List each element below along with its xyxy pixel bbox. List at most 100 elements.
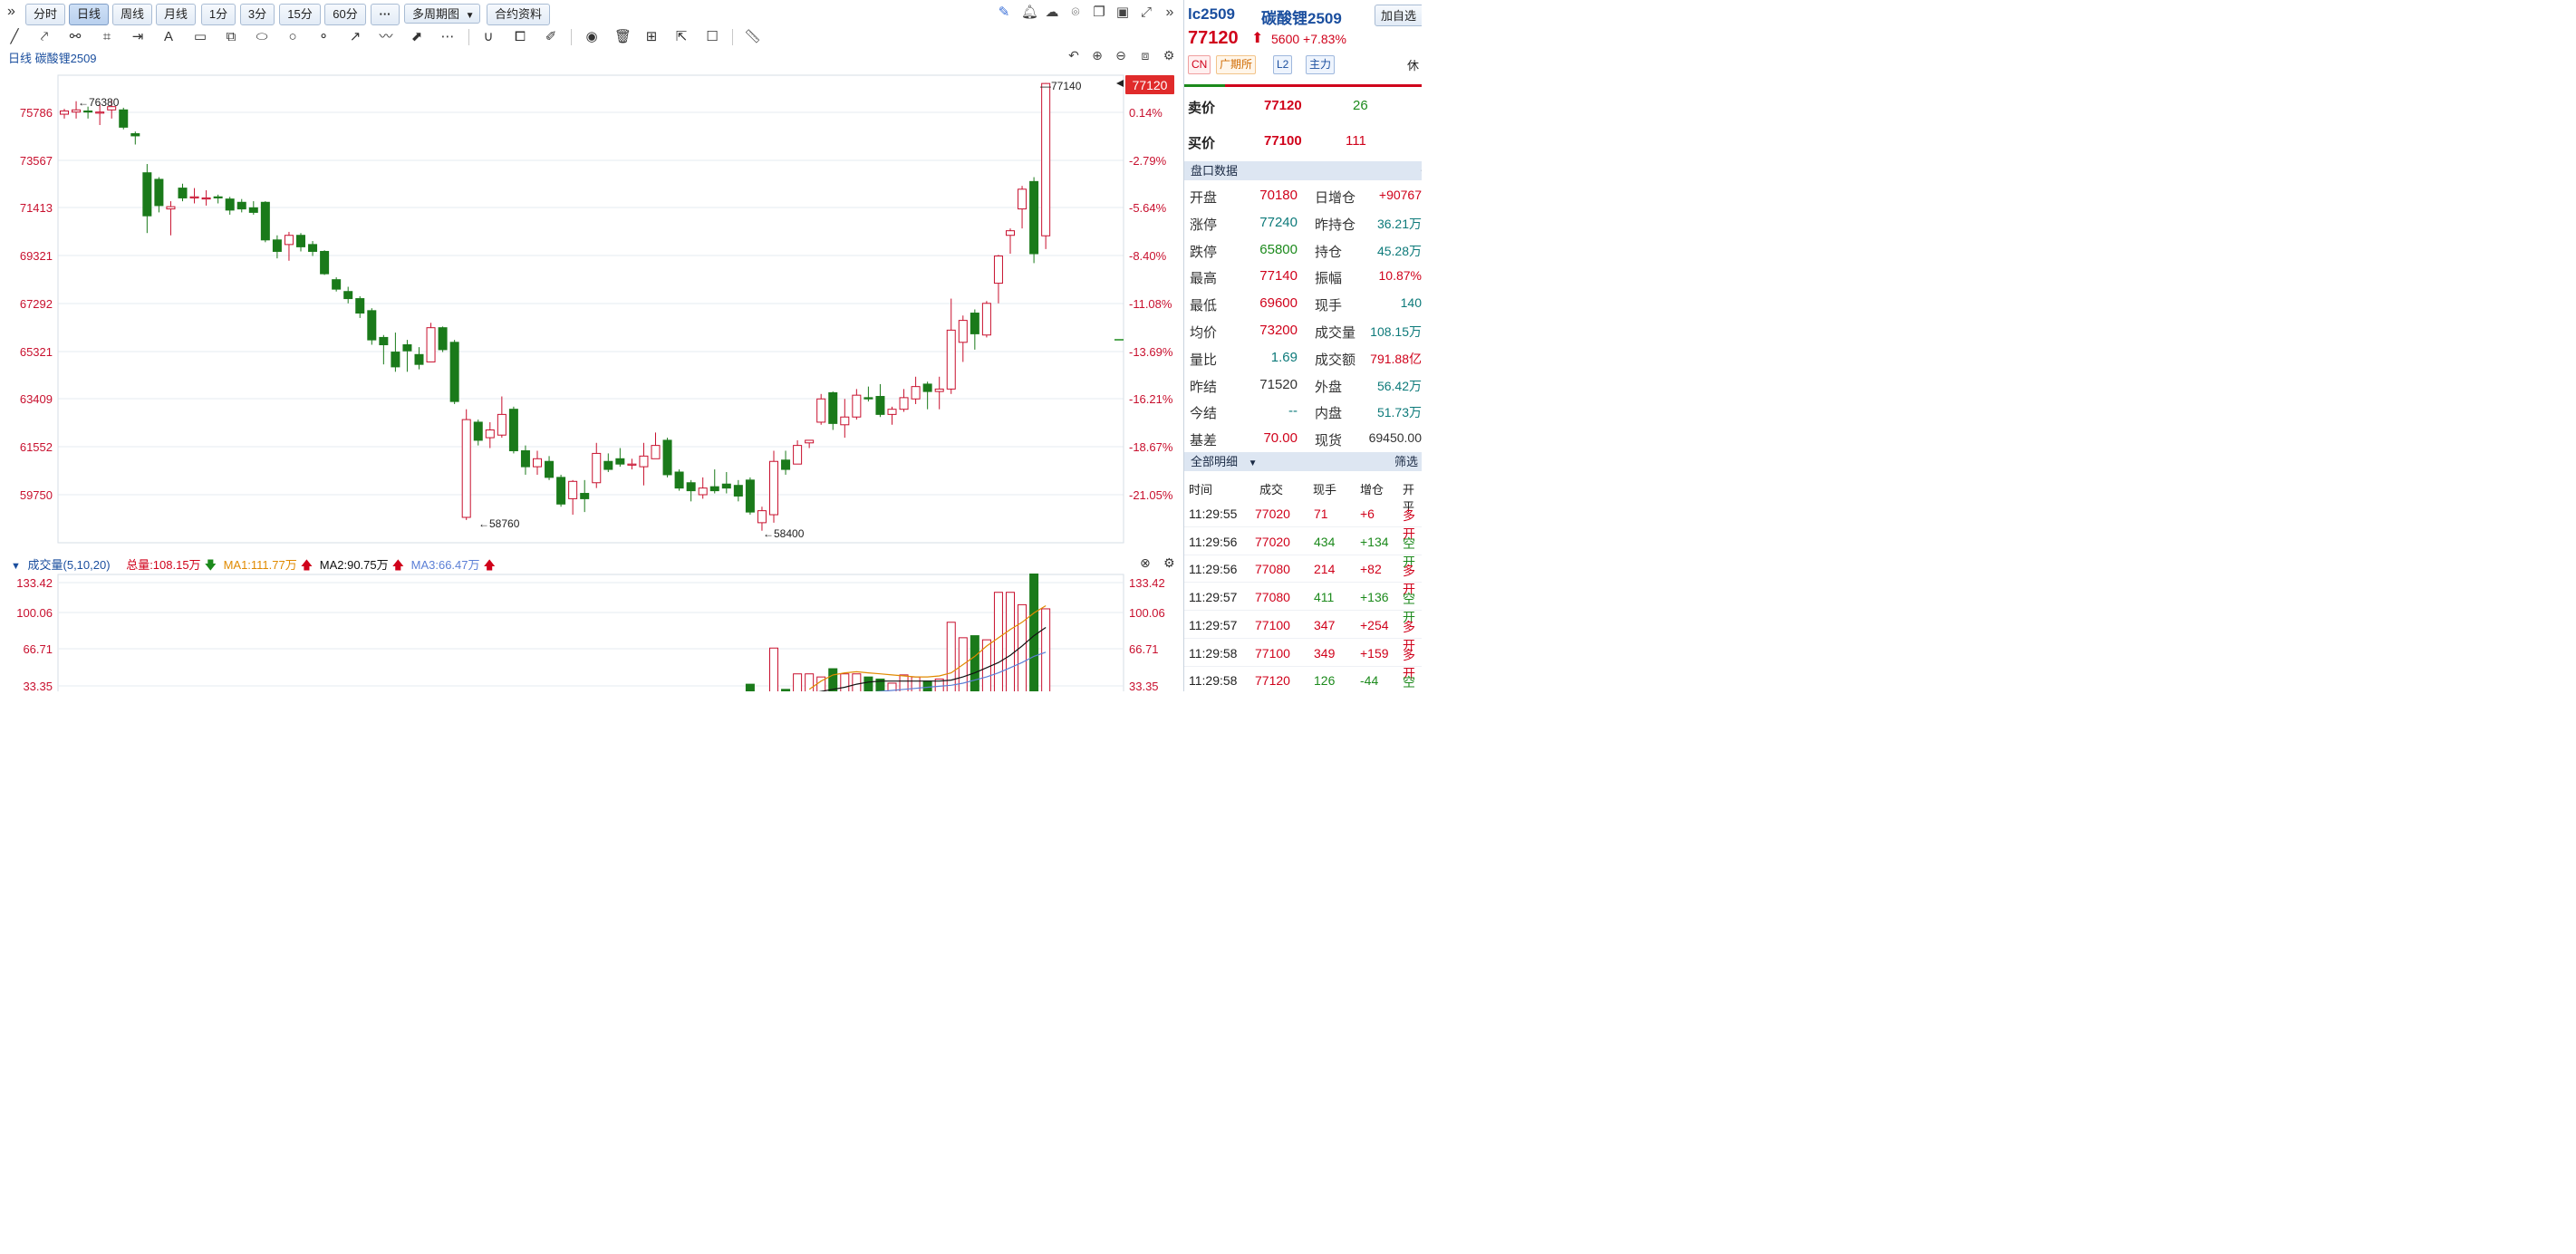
candle[interactable]	[863, 386, 873, 402]
candle[interactable]	[592, 442, 602, 488]
collapse-left-icon[interactable]: »	[7, 4, 15, 20]
trash-icon[interactable]: 🗑︎	[614, 29, 632, 45]
detail-row[interactable]: 11:29:58 77100 349 +159 多开	[1184, 640, 1422, 680]
candle[interactable]	[993, 255, 1003, 304]
detail-row[interactable]: 11:29:58 77120 126 -44 空平	[1184, 667, 1422, 691]
candle[interactable]	[651, 432, 661, 459]
candle[interactable]	[733, 479, 743, 502]
volume-bar[interactable]	[769, 647, 778, 691]
candle[interactable]	[946, 298, 956, 394]
brush-icon[interactable]: ✐	[543, 29, 559, 45]
candle[interactable]	[355, 295, 365, 318]
measure-tool-icon[interactable]: ⇥	[130, 29, 146, 45]
candle[interactable]	[449, 340, 459, 404]
detail-row[interactable]: 11:29:55 77020 71 +6 多开	[1184, 500, 1422, 541]
note-icon[interactable]: ☐	[704, 29, 720, 45]
candle[interactable]	[130, 131, 140, 145]
volume-bar[interactable]	[981, 639, 991, 691]
candle[interactable]	[970, 309, 979, 350]
volume-bar[interactable]	[793, 673, 803, 691]
copy-icon[interactable]: ⧠	[512, 29, 528, 45]
candle[interactable]	[225, 197, 235, 215]
candle[interactable]	[60, 109, 69, 119]
period-button-weekly[interactable]: 周线	[112, 4, 152, 25]
candle[interactable]	[627, 458, 637, 470]
period-button-15min[interactable]: 15分	[279, 4, 321, 25]
eye-icon[interactable]: ◉	[584, 29, 600, 45]
candle[interactable]	[603, 453, 613, 472]
candle[interactable]	[473, 420, 483, 446]
zoom-out-icon[interactable]: ⊖	[1114, 48, 1128, 63]
detail-section-header[interactable]: 全部明细 ▼ 筛选	[1184, 452, 1422, 471]
candle[interactable]	[236, 198, 246, 213]
detail-row[interactable]: 11:29:57 77100 347 +254 多开	[1184, 612, 1422, 652]
candle[interactable]	[615, 448, 625, 468]
candle[interactable]	[698, 477, 708, 499]
wave-tool-icon[interactable]: 〰	[378, 29, 394, 45]
segment-tool-icon[interactable]: ⚬	[315, 29, 332, 45]
collapse-right-icon[interactable]: »	[1163, 5, 1177, 20]
candle[interactable]	[686, 479, 696, 502]
candle[interactable]	[497, 396, 507, 439]
collapse-volume-icon[interactable]: ▼	[11, 561, 21, 572]
candle[interactable]	[379, 334, 389, 365]
candle[interactable]	[508, 406, 518, 454]
volume-bar[interactable]	[745, 683, 755, 691]
candle[interactable]	[793, 439, 803, 465]
candle[interactable]	[332, 277, 342, 292]
candle[interactable]	[119, 107, 129, 130]
more-periods-button[interactable]: ···	[371, 4, 400, 25]
window-icon[interactable]: ❐	[1092, 5, 1106, 20]
candle[interactable]	[391, 333, 400, 372]
volume-bar[interactable]	[993, 592, 1003, 691]
candle[interactable]	[438, 326, 448, 352]
candlestick-chart[interactable]: 75786 73567 71413 69321 67292 65321 63409 61552…	[0, 63, 1183, 553]
layout-icon[interactable]: ⧈	[1138, 48, 1153, 63]
candle[interactable]	[367, 308, 377, 345]
filter-button[interactable]: 筛选	[1394, 452, 1418, 471]
fullscreen-icon[interactable]: ⤢	[1139, 5, 1153, 20]
volume-bar[interactable]	[946, 622, 956, 691]
candle[interactable]	[875, 383, 885, 418]
multi-period-dropdown[interactable]: 多周期图 ▼	[404, 4, 480, 24]
volume-bar[interactable]	[1029, 574, 1039, 691]
candle[interactable]	[958, 315, 968, 362]
candle[interactable]	[769, 450, 778, 523]
candle[interactable]	[674, 469, 684, 491]
candle[interactable]	[308, 241, 318, 256]
candle[interactable]	[533, 450, 542, 475]
grid-icon[interactable]: ⊞	[643, 29, 660, 45]
candle[interactable]	[781, 450, 791, 475]
candle[interactable]	[580, 479, 590, 513]
bell-icon[interactable]: 🔔︎	[1021, 5, 1038, 20]
camera-icon[interactable]: ⌾	[1068, 5, 1083, 20]
volume-settings-icon[interactable]: ⚙	[1163, 555, 1175, 571]
chevron-down-icon[interactable]: ▼	[1249, 458, 1258, 468]
ellipse-tool-icon[interactable]: ⬭	[254, 29, 270, 45]
period-button-60min[interactable]: 60分	[324, 4, 366, 25]
candle[interactable]	[260, 201, 270, 243]
candle[interactable]	[272, 235, 282, 259]
share-icon[interactable]: ⇱	[673, 29, 690, 45]
candle[interactable]	[745, 477, 755, 516]
candle[interactable]	[852, 389, 862, 420]
quote-section-header[interactable]: 盘口数据 〈	[1184, 161, 1422, 180]
arrow-tool-icon[interactable]: ↗	[347, 29, 363, 45]
candle[interactable]	[662, 438, 672, 477]
period-button-monthly[interactable]: 月线	[156, 4, 196, 25]
period-button-timeshare[interactable]: 分时	[25, 4, 65, 25]
period-button-daily[interactable]: 日线	[69, 4, 109, 25]
ruler-icon[interactable]: 📏︎	[744, 29, 761, 45]
candle[interactable]	[461, 409, 471, 520]
candle[interactable]	[296, 233, 305, 252]
candle[interactable]	[887, 406, 897, 425]
candle[interactable]	[320, 250, 330, 275]
candle[interactable]	[934, 376, 944, 410]
undo-icon[interactable]: ↶	[1066, 48, 1081, 63]
text-tool-icon[interactable]: A	[160, 29, 177, 45]
candle[interactable]	[402, 340, 412, 372]
volume-bar[interactable]	[840, 673, 850, 691]
detail-row[interactable]: 11:29:57 77080 411 +136 空开	[1184, 584, 1422, 624]
volume-bar[interactable]	[828, 668, 838, 691]
candle[interactable]	[485, 421, 495, 449]
